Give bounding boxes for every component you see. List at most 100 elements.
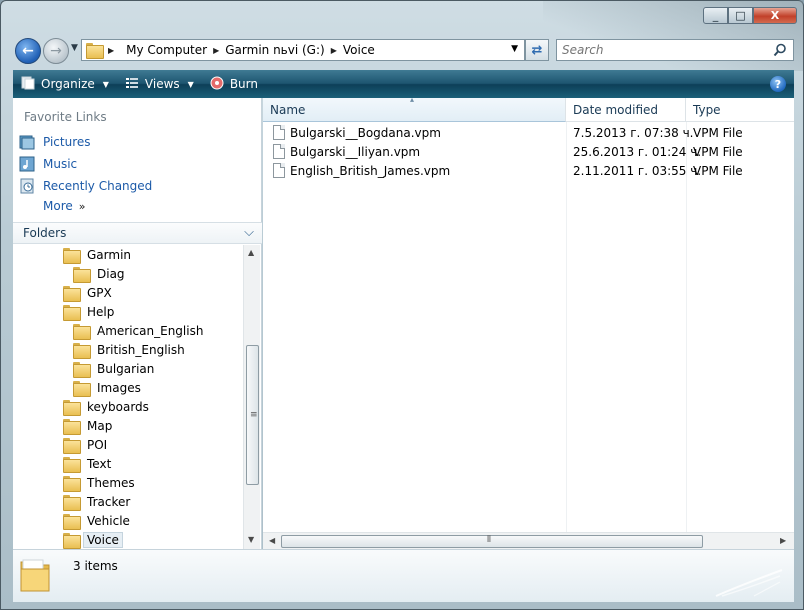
help-icon[interactable]: ? xyxy=(770,76,786,92)
folder-tree-item[interactable]: Diag xyxy=(73,264,125,283)
scroll-right-arrow-icon[interactable]: ▶ xyxy=(780,536,786,545)
file-name: Bulgarski__Bogdana.vpm xyxy=(290,125,441,140)
breadcrumb-root-chevron[interactable]: ▶ xyxy=(108,46,120,55)
folder-tree-label: Text xyxy=(87,456,112,471)
file-list-horizontal-scrollbar[interactable]: ◀ ⦀ ▶ xyxy=(263,532,794,549)
maximize-button[interactable]: □ xyxy=(728,7,753,24)
file-date-modified: 2.11.2011 г. 03:55 ч. xyxy=(573,163,702,178)
folder-tree-label: Garmin xyxy=(87,247,132,262)
folders-header[interactable]: Folders ⌵ xyxy=(13,222,262,244)
views-menu[interactable]: Views ▼ xyxy=(117,70,202,98)
minimize-button[interactable]: _ xyxy=(703,7,728,24)
navigation-pane: Favorite Links Pictures Music Recently C… xyxy=(13,98,262,549)
caret-down-icon: ▼ xyxy=(187,79,194,89)
folder-tree-item[interactable]: Vehicle xyxy=(63,511,130,530)
folder-tree-label: Themes xyxy=(87,475,135,490)
file-name-cell: English_British_James.vpm xyxy=(273,163,450,178)
chevron-down-icon: ⌵ xyxy=(244,225,254,240)
close-button[interactable]: X xyxy=(753,7,797,24)
search-input[interactable] xyxy=(562,43,762,57)
search-icon[interactable] xyxy=(773,43,787,60)
folder-icon xyxy=(63,532,81,549)
folder-tree-item[interactable]: Voice xyxy=(63,530,123,549)
folder-tree-item[interactable]: POI xyxy=(63,435,107,454)
sort-ascending-icon: ▴ xyxy=(410,95,415,104)
chevron-right-icon: ▶ xyxy=(108,45,115,55)
file-type: VPM File xyxy=(693,144,743,159)
breadcrumb-my-computer[interactable]: My Computer xyxy=(126,43,207,57)
folder-tree-item[interactable]: British_English xyxy=(73,340,185,359)
folder-icon xyxy=(63,304,81,321)
file-row[interactable]: Bulgarski__Iliyan.vpm 25.6.2013 г. 01:24 … xyxy=(263,142,794,161)
forward-button[interactable]: → xyxy=(43,38,69,64)
folder-icon xyxy=(63,399,81,416)
folder-tree-label: Voice xyxy=(83,531,123,548)
folder-tree-item[interactable]: Text xyxy=(63,454,111,473)
folder-icon xyxy=(73,361,91,378)
file-list-pane: ▴ Name Date modified Type Bulgarski__Bog… xyxy=(263,95,794,549)
folder-tree-item[interactable]: Tracker xyxy=(63,492,130,511)
file-type: VPM File xyxy=(693,163,743,178)
views-icon xyxy=(125,76,139,93)
folder-icon xyxy=(63,513,81,530)
folder-tree-item[interactable]: Bulgarian xyxy=(73,359,154,378)
address-dropdown-icon[interactable]: ▼ xyxy=(511,44,518,54)
folder-tree-item[interactable]: American_English xyxy=(73,321,203,340)
column-header-name[interactable]: ▴ Name xyxy=(263,95,566,122)
windows-swoosh-watermark xyxy=(715,569,783,597)
breadcrumb-voice[interactable]: ▶ Voice xyxy=(331,43,375,57)
folder-tree-item[interactable]: Help xyxy=(63,302,114,321)
file-name-cell: Bulgarski__Bogdana.vpm xyxy=(273,125,441,140)
folder-icon xyxy=(73,266,91,283)
scrollbar-thumb[interactable]: ⦀ xyxy=(281,535,703,548)
folder-tree-item[interactable]: Garmin xyxy=(63,245,131,264)
column-header-date-modified[interactable]: Date modified xyxy=(566,98,686,122)
folder-tree-label: Help xyxy=(87,304,115,319)
folder-tree-scrollbar[interactable]: ▲ ≡ ▼ xyxy=(243,245,260,549)
folder-icon xyxy=(63,247,81,264)
caret-down-icon: ▼ xyxy=(102,79,109,89)
column-divider xyxy=(566,122,567,532)
folder-tree-label: Bulgarian xyxy=(97,361,155,376)
breadcrumb-garmin-drive[interactable]: ▶ Garmin nьvi (G:) xyxy=(213,43,325,57)
file-row[interactable]: Bulgarski__Bogdana.vpm 7.5.2013 г. 07:38 … xyxy=(263,123,794,142)
address-bar[interactable]: ▶ My Computer ▶ Garmin nьvi (G:) ▶ Voice ▼ xyxy=(81,39,525,61)
search-box[interactable] xyxy=(556,39,794,61)
folder-tree: Garmin Diag GPX Help American_English British… xyxy=(13,245,243,549)
organize-menu[interactable]: Organize ▼ xyxy=(13,70,117,98)
folder-tree-item[interactable]: GPX xyxy=(63,283,112,302)
arrow-left-icon: ← xyxy=(22,43,34,59)
file-name: Bulgarski__Iliyan.vpm xyxy=(290,144,421,159)
burn-button[interactable]: Burn xyxy=(202,70,266,98)
grip-icon: ⦀ xyxy=(487,535,491,545)
recent-pages-dropdown[interactable]: ▼ xyxy=(71,43,78,53)
organize-icon xyxy=(21,76,35,93)
folder-icon xyxy=(63,475,81,492)
file-date-modified: 7.5.2013 г. 07:38 ч. xyxy=(573,125,694,140)
folder-tree-item[interactable]: Map xyxy=(63,416,112,435)
back-button[interactable]: ← xyxy=(15,38,41,64)
command-bar: Organize ▼ Views ▼ Burn ? xyxy=(13,70,794,98)
scrollbar-thumb[interactable]: ≡ xyxy=(246,345,259,485)
arrow-right-icon: → xyxy=(50,43,62,59)
favorite-link-music[interactable]: Music xyxy=(19,154,77,174)
column-header-type[interactable]: Type xyxy=(686,98,794,122)
scroll-down-arrow-icon[interactable]: ▼ xyxy=(248,535,254,544)
file-row[interactable]: English_British_James.vpm 2.11.2011 г. 03… xyxy=(263,161,794,180)
scroll-up-arrow-icon[interactable]: ▲ xyxy=(248,248,254,257)
folder-tree-item[interactable]: keyboards xyxy=(63,397,149,416)
favorite-link-pictures[interactable]: Pictures xyxy=(19,132,91,152)
folder-icon xyxy=(19,556,53,597)
column-divider xyxy=(686,122,687,532)
favorite-links-more[interactable]: More » xyxy=(43,199,85,213)
refresh-button[interactable]: ⇄ xyxy=(525,39,549,61)
scroll-left-arrow-icon[interactable]: ◀ xyxy=(269,536,275,545)
folder-tree-item[interactable]: Themes xyxy=(63,473,135,492)
caption-buttons: _ □ X xyxy=(703,7,797,24)
folder-tree-label: Map xyxy=(87,418,113,433)
favorite-link-recently-changed[interactable]: Recently Changed xyxy=(19,176,152,196)
folder-tree-item[interactable]: Images xyxy=(73,378,141,397)
folder-tree-label: American_English xyxy=(97,323,204,338)
chevron-right-icon: ▶ xyxy=(330,45,337,55)
file-name: English_British_James.vpm xyxy=(290,163,451,178)
